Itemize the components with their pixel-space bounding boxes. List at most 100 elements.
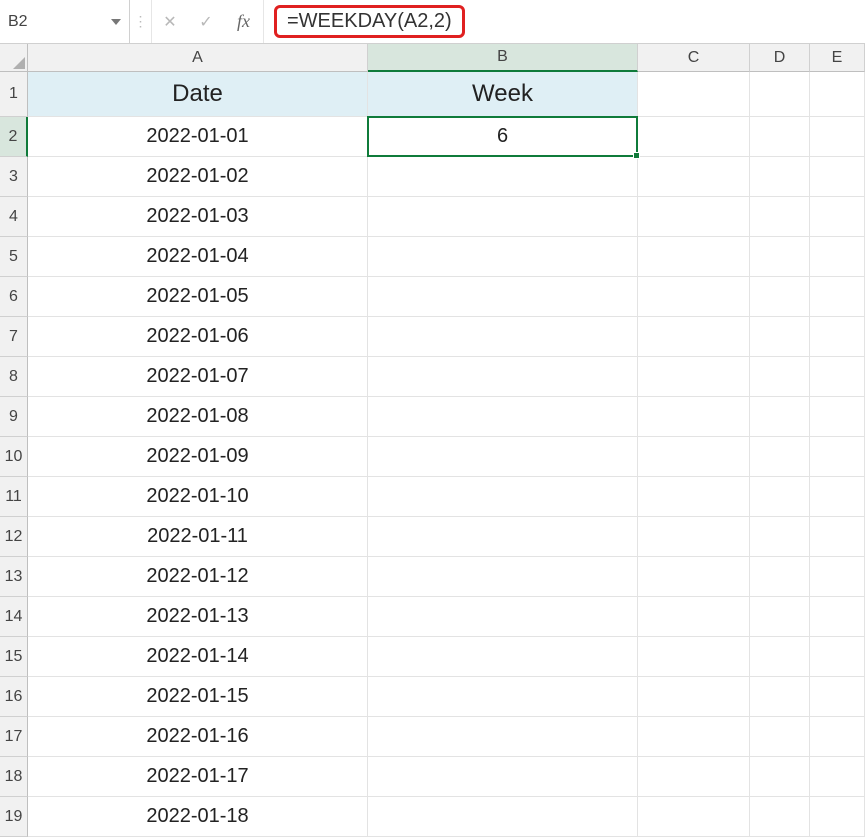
cancel-formula-icon[interactable]: ✕ <box>152 0 188 43</box>
cell-B1[interactable]: Week <box>368 72 638 117</box>
cell-A17[interactable]: 2022-01-16 <box>28 717 368 757</box>
cell-B12[interactable] <box>368 517 638 557</box>
cell-B2[interactable]: 6 <box>368 117 638 157</box>
row-head-13[interactable]: 13 <box>0 557 28 597</box>
cell-E8[interactable] <box>810 357 865 397</box>
cell-B15[interactable] <box>368 637 638 677</box>
accept-formula-icon[interactable]: ✓ <box>188 0 224 43</box>
cell-E6[interactable] <box>810 277 865 317</box>
cell-B19[interactable] <box>368 797 638 837</box>
row-head-18[interactable]: 18 <box>0 757 28 797</box>
row-head-17[interactable]: 17 <box>0 717 28 757</box>
cell-C9[interactable] <box>638 397 750 437</box>
row-head-11[interactable]: 11 <box>0 477 28 517</box>
cell-E17[interactable] <box>810 717 865 757</box>
cell-B17[interactable] <box>368 717 638 757</box>
cell-C1[interactable] <box>638 72 750 117</box>
cell-D17[interactable] <box>750 717 810 757</box>
cell-A2[interactable]: 2022-01-01 <box>28 117 368 157</box>
cell-A7[interactable]: 2022-01-06 <box>28 317 368 357</box>
cell-A9[interactable]: 2022-01-08 <box>28 397 368 437</box>
row-head-4[interactable]: 4 <box>0 197 28 237</box>
row-head-19[interactable]: 19 <box>0 797 28 837</box>
cell-D3[interactable] <box>750 157 810 197</box>
cell-A14[interactable]: 2022-01-13 <box>28 597 368 637</box>
row-head-1[interactable]: 1 <box>0 72 28 117</box>
cell-D8[interactable] <box>750 357 810 397</box>
cell-E18[interactable] <box>810 757 865 797</box>
col-head-B[interactable]: B <box>368 44 638 72</box>
cell-D18[interactable] <box>750 757 810 797</box>
cell-E3[interactable] <box>810 157 865 197</box>
cell-E2[interactable] <box>810 117 865 157</box>
cell-E1[interactable] <box>810 72 865 117</box>
cell-D15[interactable] <box>750 637 810 677</box>
cell-A18[interactable]: 2022-01-17 <box>28 757 368 797</box>
cell-B18[interactable] <box>368 757 638 797</box>
cell-C11[interactable] <box>638 477 750 517</box>
cell-B5[interactable] <box>368 237 638 277</box>
row-head-3[interactable]: 3 <box>0 157 28 197</box>
cell-D5[interactable] <box>750 237 810 277</box>
row-head-6[interactable]: 6 <box>0 277 28 317</box>
cell-E19[interactable] <box>810 797 865 837</box>
col-head-E[interactable]: E <box>810 44 865 72</box>
cell-E14[interactable] <box>810 597 865 637</box>
cell-A4[interactable]: 2022-01-03 <box>28 197 368 237</box>
cell-B6[interactable] <box>368 277 638 317</box>
cell-C12[interactable] <box>638 517 750 557</box>
cell-D10[interactable] <box>750 437 810 477</box>
col-head-A[interactable]: A <box>28 44 368 72</box>
cell-C15[interactable] <box>638 637 750 677</box>
cell-B11[interactable] <box>368 477 638 517</box>
cell-C13[interactable] <box>638 557 750 597</box>
cell-B14[interactable] <box>368 597 638 637</box>
cell-D4[interactable] <box>750 197 810 237</box>
cell-A16[interactable]: 2022-01-15 <box>28 677 368 717</box>
cell-B7[interactable] <box>368 317 638 357</box>
cell-C6[interactable] <box>638 277 750 317</box>
spreadsheet-grid[interactable]: A B C D E 1 Date Week 2 2022-01-01 6 3 2… <box>0 44 865 837</box>
cell-A3[interactable]: 2022-01-02 <box>28 157 368 197</box>
cell-C8[interactable] <box>638 357 750 397</box>
fx-icon[interactable]: fx <box>224 0 264 43</box>
cell-A19[interactable]: 2022-01-18 <box>28 797 368 837</box>
row-head-14[interactable]: 14 <box>0 597 28 637</box>
row-head-15[interactable]: 15 <box>0 637 28 677</box>
cell-D6[interactable] <box>750 277 810 317</box>
col-head-C[interactable]: C <box>638 44 750 72</box>
cell-B10[interactable] <box>368 437 638 477</box>
cell-D14[interactable] <box>750 597 810 637</box>
select-all-corner[interactable] <box>0 44 28 72</box>
cell-D19[interactable] <box>750 797 810 837</box>
row-head-5[interactable]: 5 <box>0 237 28 277</box>
name-box[interactable]: B2 <box>0 0 130 43</box>
row-head-10[interactable]: 10 <box>0 437 28 477</box>
cell-D13[interactable] <box>750 557 810 597</box>
cell-A6[interactable]: 2022-01-05 <box>28 277 368 317</box>
cell-E9[interactable] <box>810 397 865 437</box>
cell-A10[interactable]: 2022-01-09 <box>28 437 368 477</box>
row-head-12[interactable]: 12 <box>0 517 28 557</box>
col-head-D[interactable]: D <box>750 44 810 72</box>
cell-E15[interactable] <box>810 637 865 677</box>
cell-E5[interactable] <box>810 237 865 277</box>
cell-C2[interactable] <box>638 117 750 157</box>
cell-C19[interactable] <box>638 797 750 837</box>
cell-D12[interactable] <box>750 517 810 557</box>
cell-B3[interactable] <box>368 157 638 197</box>
cell-A12[interactable]: 2022-01-11 <box>28 517 368 557</box>
cell-A13[interactable]: 2022-01-12 <box>28 557 368 597</box>
cell-B13[interactable] <box>368 557 638 597</box>
cell-E11[interactable] <box>810 477 865 517</box>
row-head-7[interactable]: 7 <box>0 317 28 357</box>
row-head-16[interactable]: 16 <box>0 677 28 717</box>
cell-C4[interactable] <box>638 197 750 237</box>
formula-input[interactable]: =WEEKDAY(A2,2) <box>264 0 865 43</box>
cell-D2[interactable] <box>750 117 810 157</box>
cell-B8[interactable] <box>368 357 638 397</box>
cell-B9[interactable] <box>368 397 638 437</box>
cell-C5[interactable] <box>638 237 750 277</box>
cell-A11[interactable]: 2022-01-10 <box>28 477 368 517</box>
cell-D11[interactable] <box>750 477 810 517</box>
